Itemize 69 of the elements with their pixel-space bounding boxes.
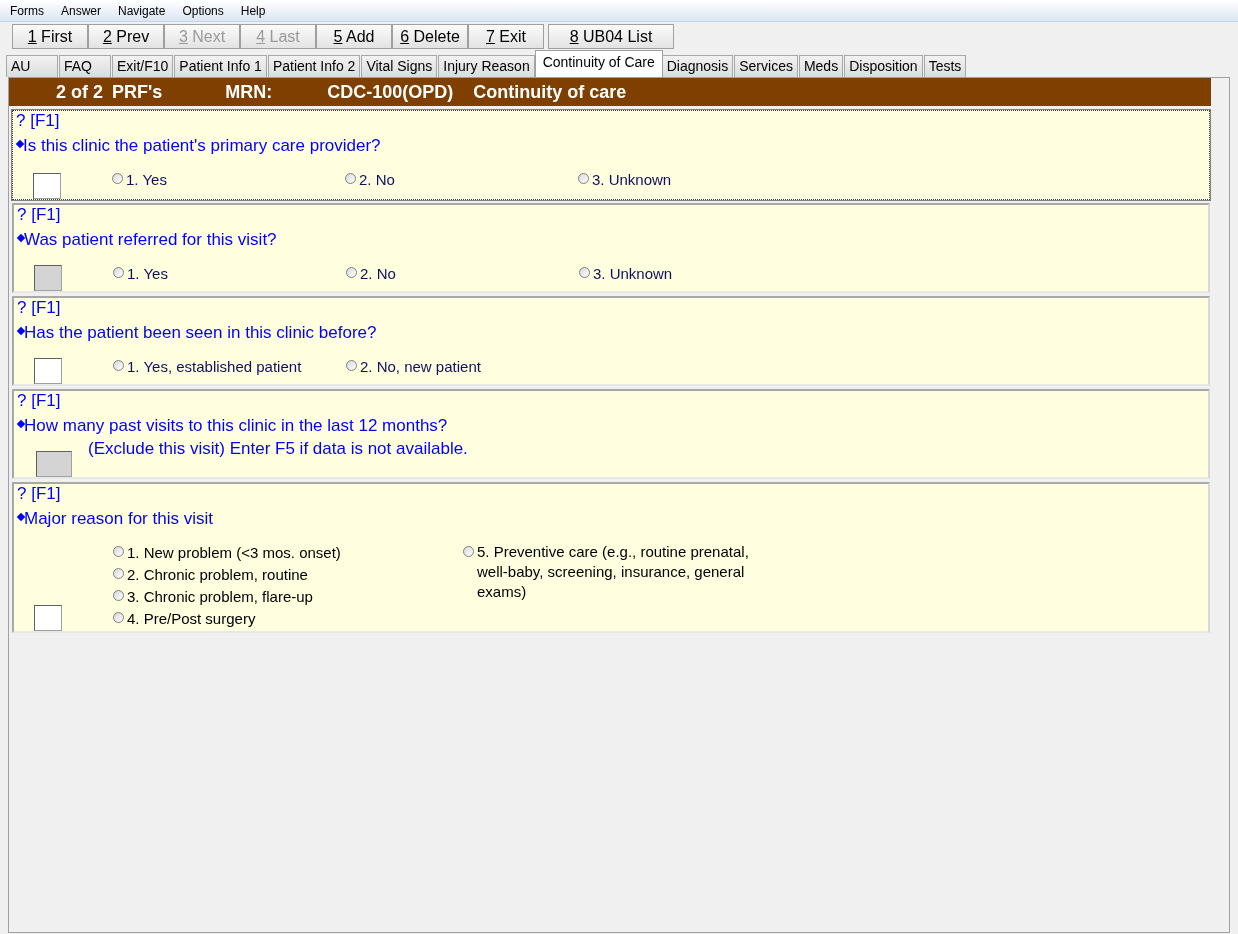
menu-item[interactable]: Forms xyxy=(10,1,44,20)
option-label: 3. Chronic problem, flare-up xyxy=(127,587,313,607)
record-counter: 2 of 2 xyxy=(56,80,103,104)
radio-button[interactable] xyxy=(113,267,124,278)
question-text: How many past visits to this clinic in the last 12 months? xyxy=(24,416,448,436)
menu-item[interactable]: Options xyxy=(182,1,224,20)
question-text: Is this clinic the patient's primary care provider? xyxy=(23,136,381,156)
option-label: 3. Unknown xyxy=(592,170,672,190)
question-text: Was patient referred for this visit? xyxy=(24,230,277,250)
menu-item[interactable]: Navigate xyxy=(118,1,166,20)
mrn-label: MRN: xyxy=(225,80,273,104)
radio-button[interactable] xyxy=(112,173,123,184)
radio-button[interactable] xyxy=(463,546,474,557)
instruction-text: (Exclude this visit) Enter F5 if data is not available. xyxy=(88,438,468,460)
option-label: 5. Preventive care (e.g., routine prenatal, well-baby, screening, insurance, general exams) xyxy=(477,542,750,602)
tab[interactable]: Patient Info 2 xyxy=(267,55,361,77)
tab[interactable]: Meds xyxy=(798,55,844,77)
option-label: 2. No xyxy=(360,264,396,284)
help-link[interactable]: ? [F1] xyxy=(14,391,61,411)
menu-item[interactable]: Help xyxy=(240,1,266,20)
tab[interactable]: FAQ xyxy=(59,55,111,77)
radio-button[interactable] xyxy=(113,590,124,601)
radio-button[interactable] xyxy=(345,173,356,184)
option-label: 4. Pre/Post surgery xyxy=(127,609,256,629)
option-label: 2. No xyxy=(359,170,395,190)
question-text: Has the patient been seen in this clinic before? xyxy=(24,323,377,343)
answer-field[interactable] xyxy=(33,173,61,199)
tab[interactable]: Diagnosis xyxy=(661,55,734,77)
tab[interactable]: Services xyxy=(734,55,798,77)
radio-button[interactable] xyxy=(346,267,357,278)
form-name: PRF's xyxy=(112,80,163,104)
tab[interactable]: Exit/F10 xyxy=(112,55,174,77)
toolbar-button[interactable]: 7 Exit xyxy=(468,24,544,49)
help-link[interactable]: ? [F1] xyxy=(14,205,61,225)
help-link[interactable]: ? [F1] xyxy=(13,111,60,131)
radio-button[interactable] xyxy=(579,267,590,278)
answer-field[interactable] xyxy=(34,358,62,384)
toolbar-button[interactable]: 1 First xyxy=(12,24,88,49)
toolbar-button[interactable]: 8 UB04 List xyxy=(548,24,674,49)
tab[interactable]: Disposition xyxy=(844,55,923,77)
option-label: 2. Chronic problem, routine xyxy=(127,565,308,585)
toolbar-button[interactable]: 5 Add xyxy=(316,24,392,49)
mrn-value: CDC-100(OPD) xyxy=(327,80,454,104)
toolbar-button[interactable]: 6 Delete xyxy=(392,24,468,49)
tab[interactable]: Tests xyxy=(923,55,967,77)
option-label: 1. Yes, established patient xyxy=(127,357,302,377)
radio-button[interactable] xyxy=(578,173,589,184)
answer-field[interactable] xyxy=(34,605,62,631)
toolbar-button[interactable]: 2 Prev xyxy=(88,24,164,49)
option-label: 2. No, new patient xyxy=(360,357,481,377)
option-label: 1. Yes xyxy=(126,170,167,190)
radio-button[interactable] xyxy=(113,360,124,371)
tab[interactable]: Continuity of Care xyxy=(534,50,663,77)
question-text: Major reason for this visit xyxy=(24,509,213,529)
option-label: 1. New problem (<3 mos. onset) xyxy=(127,543,341,563)
tab[interactable]: Vital Signs xyxy=(361,55,438,77)
radio-button[interactable] xyxy=(113,568,124,579)
radio-button[interactable] xyxy=(113,612,124,623)
tab[interactable]: AU xyxy=(6,55,58,77)
radio-button[interactable] xyxy=(113,546,124,557)
radio-button[interactable] xyxy=(346,360,357,371)
section-title: Continuity of care xyxy=(473,80,627,104)
menu-item[interactable]: Answer xyxy=(61,1,101,20)
tab[interactable]: Injury Reason xyxy=(438,55,535,77)
help-link[interactable]: ? [F1] xyxy=(14,484,61,504)
help-link[interactable]: ? [F1] xyxy=(14,298,61,318)
option-label: 3. Unknown xyxy=(593,264,673,284)
option-label: 1. Yes xyxy=(127,264,168,284)
tab[interactable]: Patient Info 1 xyxy=(174,55,267,77)
